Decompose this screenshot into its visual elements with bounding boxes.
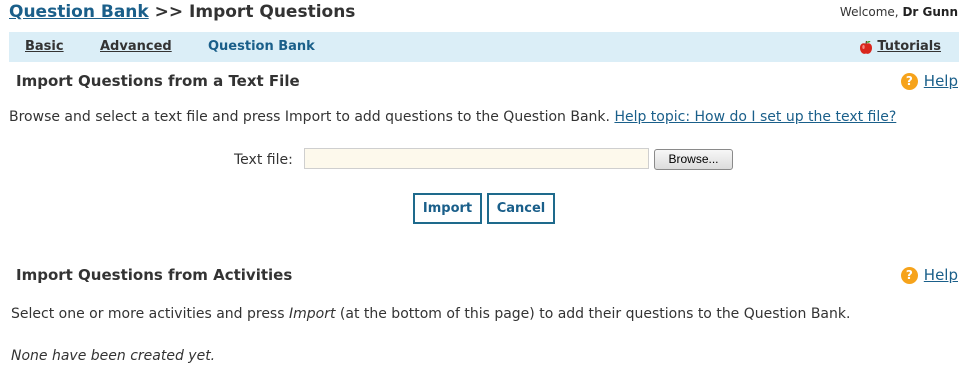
text-file-label: Text file: xyxy=(234,152,293,168)
activities-desc-part2: (at the bottom of this page) to add thei… xyxy=(335,306,851,322)
user-name: Dr Gunn xyxy=(902,5,958,19)
activities-import-help-link[interactable]: Help xyxy=(924,266,958,284)
text-import-description-text: Browse and select a text file and press … xyxy=(9,109,610,125)
nav-item-advanced[interactable]: Advanced xyxy=(100,39,172,54)
import-button[interactable]: Import xyxy=(413,193,482,224)
breadcrumb-question-bank-link[interactable]: Question Bank xyxy=(9,2,149,22)
help-topic-link[interactable]: Help topic: How do I set up the text fil… xyxy=(614,109,896,125)
tutorials-link[interactable]: Tutorials xyxy=(877,39,941,54)
breadcrumb-separator: >> xyxy=(154,2,184,22)
cancel-button[interactable]: Cancel xyxy=(487,193,555,224)
breadcrumb: Question Bank >> Import Questions xyxy=(9,2,355,22)
browse-button[interactable]: Browse... xyxy=(654,149,733,170)
apple-icon xyxy=(860,40,872,54)
page-title: Import Questions xyxy=(189,2,356,22)
nav-item-basic[interactable]: Basic xyxy=(25,39,64,54)
empty-activities-message: None have been created yet. xyxy=(11,348,216,364)
text-import-description: Browse and select a text file and press … xyxy=(9,109,896,125)
text-import-help-link[interactable]: Help xyxy=(924,72,958,90)
welcome-prefix: Welcome, xyxy=(839,5,899,19)
welcome-message: Welcome, Dr Gunn xyxy=(840,5,958,19)
text-file-input[interactable] xyxy=(304,148,649,169)
activities-import-description: Select one or more activities and press … xyxy=(11,306,850,322)
activities-import-title: Import Questions from Activities xyxy=(16,266,293,284)
activities-desc-import-word: Import xyxy=(288,306,336,322)
activities-import-help[interactable]: ? Help xyxy=(900,266,958,284)
text-import-title: Import Questions from a Text File xyxy=(16,72,300,90)
question-circle-icon: ? xyxy=(900,267,918,284)
question-circle-icon: ? xyxy=(900,73,918,90)
text-import-help[interactable]: ? Help xyxy=(900,72,958,90)
activities-desc-part1: Select one or more activities and press xyxy=(11,306,289,322)
nav-bar: Basic Advanced Question Bank Tutorials xyxy=(9,32,959,62)
nav-item-question-bank[interactable]: Question Bank xyxy=(208,39,315,54)
